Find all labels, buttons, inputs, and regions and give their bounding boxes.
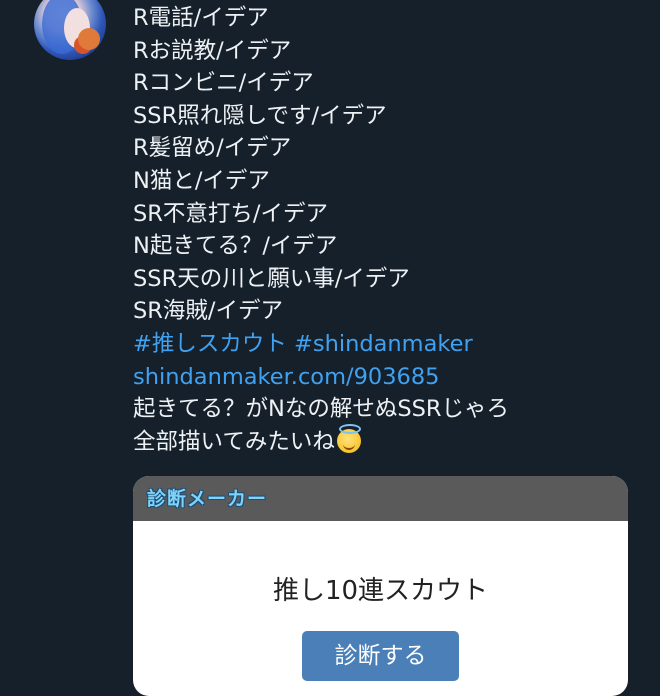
tweet-comment-text: 全部描いてみたいね — [133, 428, 335, 455]
tweet-line: R髪留め/イデア — [133, 135, 292, 162]
tweet-body: R電話/イデア Rお説教/イデア Rコンビニ/イデア SSR照れ隠しです/イデア… — [133, 2, 633, 458]
avatar-flower — [78, 28, 100, 50]
shindanmaker-logo: 診断メーカー — [147, 488, 268, 510]
tweet-line: N猫と/イデア — [133, 167, 270, 194]
user-avatar[interactable] — [34, 0, 106, 60]
diagnose-button[interactable]: 診断する — [302, 631, 459, 681]
tweet-line: R電話/イデア — [133, 5, 269, 31]
tweet-line: SSR照れ隠しです/イデア — [133, 102, 387, 129]
tweet-line: SR不意打ち/イデア — [133, 200, 328, 227]
tweet-line: SSR天の川と願い事/イデア — [133, 265, 410, 292]
hashtag-links[interactable]: #推しスカウト #shindanmaker — [133, 328, 633, 361]
tweet-comment: 起きてる？がNなの解せぬSSRじゃろ — [133, 396, 510, 423]
card-title: 推し10連スカウト — [272, 576, 489, 606]
shindanmaker-link[interactable]: shindanmaker.com/903685 — [133, 361, 633, 394]
card-header: 診断メーカー — [133, 476, 628, 521]
smiling-face-with-halo-icon — [336, 423, 361, 453]
tweet-line: N起きてる？/イデア — [133, 233, 338, 260]
tweet-line: Rコンビニ/イデア — [133, 70, 314, 97]
tweet-line: SR海賊/イデア — [133, 298, 283, 325]
link-preview-card[interactable]: 診断メーカー 推し10連スカウト 診断する — [133, 476, 628, 696]
tweet-line: Rお説教/イデア — [133, 37, 292, 64]
tweet-comment-with-emoji: 全部描いてみたいね — [133, 423, 633, 459]
